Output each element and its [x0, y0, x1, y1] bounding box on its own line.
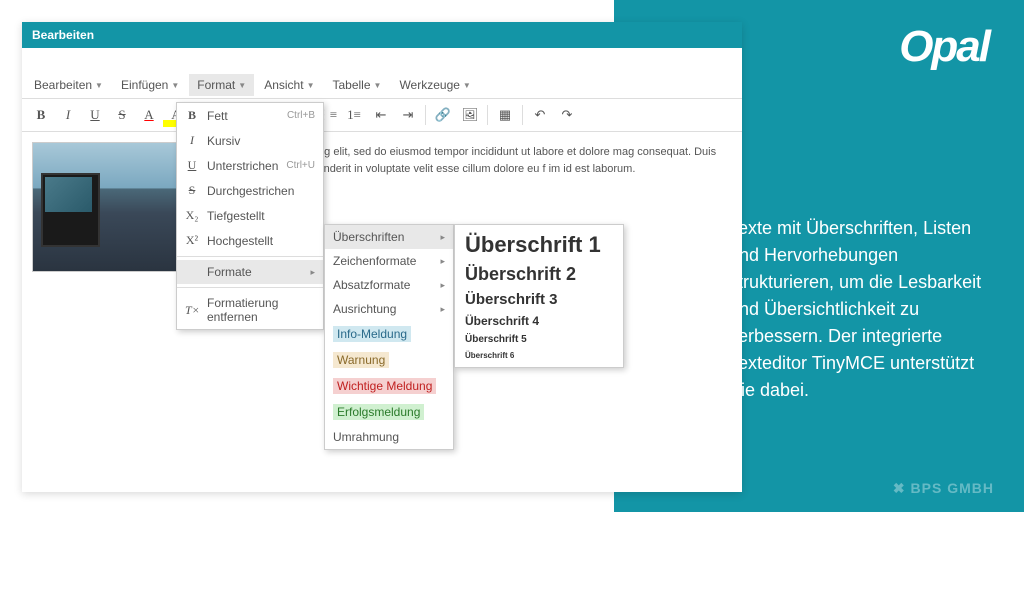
formats-frame[interactable]: Umrahmung: [325, 425, 453, 449]
link-button[interactable]: 🔗: [430, 103, 456, 127]
table-button[interactable]: ▦: [492, 103, 518, 127]
menubar: Bearbeiten▼ Einfügen▼ Format▼ Ansicht▼ T…: [22, 72, 742, 99]
fontcolor-button[interactable]: A: [136, 103, 162, 127]
bold-button[interactable]: B: [28, 103, 54, 127]
format-strike[interactable]: SDurchgestrichen: [177, 178, 323, 203]
promo-text: Texte mit Überschriften, Listen und Herv…: [729, 215, 994, 404]
menu-format[interactable]: Format▼: [189, 74, 254, 96]
number-list-button[interactable]: 1≡: [341, 103, 367, 127]
menu-einfuegen[interactable]: Einfügen▼: [113, 74, 187, 96]
image-button[interactable]: 🖼: [457, 103, 483, 127]
footer-brand: ✖ BPS GMBH: [893, 480, 994, 497]
formats-inline[interactable]: Zeichenformate▸: [325, 249, 453, 273]
format-underline[interactable]: UUnterstrichenCtrl+U: [177, 153, 323, 178]
window-title: Bearbeiten: [22, 22, 742, 48]
format-formats[interactable]: Formate▸: [177, 260, 323, 284]
format-italic[interactable]: IKursiv: [177, 128, 323, 153]
heading-6[interactable]: Überschrift 6: [455, 348, 623, 363]
undo-button[interactable]: ↶: [527, 103, 553, 127]
format-clear[interactable]: T×Formatierung entfernen: [177, 291, 323, 329]
strike-button[interactable]: S: [109, 103, 135, 127]
heading-5[interactable]: Überschrift 5: [455, 331, 623, 348]
indent-button[interactable]: ⇥: [395, 103, 421, 127]
chevron-right-icon: ▸: [310, 267, 315, 278]
heading-1[interactable]: Überschrift 1: [455, 229, 623, 261]
formats-important[interactable]: Wichtige Meldung: [325, 373, 453, 399]
menu-ansicht[interactable]: Ansicht▼: [256, 74, 322, 96]
underline-button[interactable]: U: [82, 103, 108, 127]
menu-werkzeuge[interactable]: Werkzeuge▼: [391, 74, 478, 96]
menu-bearbeiten[interactable]: Bearbeiten▼: [26, 74, 111, 96]
format-dropdown: BFettCtrl+B IKursiv UUnterstrichenCtrl+U…: [176, 102, 324, 330]
headings-submenu: Überschrift 1 Überschrift 2 Überschrift …: [454, 224, 624, 368]
formats-info[interactable]: Info-Meldung: [325, 321, 453, 347]
heading-4[interactable]: Überschrift 4: [455, 311, 623, 331]
menu-tabelle[interactable]: Tabelle▼: [324, 74, 389, 96]
formats-success[interactable]: Erfolgsmeldung: [325, 399, 453, 425]
formats-align[interactable]: Ausrichtung▸: [325, 297, 453, 321]
format-superscript[interactable]: X²Hochgestellt: [177, 228, 323, 253]
brand-logo: Opal: [899, 22, 989, 72]
format-subscript[interactable]: X₂Tiefgestellt: [177, 203, 323, 228]
format-bold[interactable]: BFettCtrl+B: [177, 103, 323, 128]
toolbar: B I U S A A ≡ ≡ ≡ ≡ ⋮≡ 1≡ ⇤ ⇥ 🔗 🖼 ▦ ↶ ↷: [22, 99, 742, 132]
italic-button[interactable]: I: [55, 103, 81, 127]
formats-headings[interactable]: Überschriften▸: [325, 225, 453, 249]
chevron-right-icon: ▸: [440, 232, 445, 243]
formats-blocks[interactable]: Absatzformate▸: [325, 273, 453, 297]
inserted-image[interactable]: [32, 142, 187, 272]
formats-warning[interactable]: Warnung: [325, 347, 453, 373]
heading-3[interactable]: Überschrift 3: [455, 288, 623, 311]
formats-submenu: Überschriften▸ Zeichenformate▸ Absatzfor…: [324, 224, 454, 450]
redo-button[interactable]: ↷: [554, 103, 580, 127]
outdent-button[interactable]: ⇤: [368, 103, 394, 127]
heading-2[interactable]: Überschrift 2: [455, 261, 623, 288]
